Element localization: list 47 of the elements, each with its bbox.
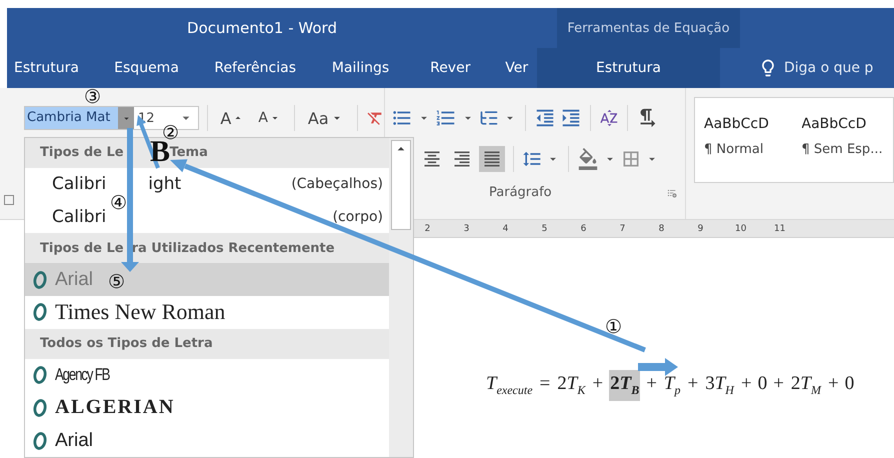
- ruler-number: 11: [774, 224, 783, 234]
- font-note: (corpo): [332, 209, 383, 225]
- ruler-number: 6: [580, 224, 588, 234]
- window-title: Documento1 - Word: [187, 19, 337, 37]
- ruler-number: 3: [462, 224, 470, 234]
- grow-font-button[interactable]: A: [215, 106, 250, 130]
- ribbon-tab[interactable]: Referências: [214, 48, 332, 88]
- shrink-font-button[interactable]: A: [253, 106, 286, 130]
- ribbon-tab[interactable]: Estrutura: [537, 48, 720, 88]
- ruler-number: 2: [424, 224, 432, 234]
- ribbon-tab[interactable]: Mailings: [332, 48, 430, 88]
- change-case-button[interactable]: Aa: [302, 106, 349, 130]
- launcher-icon[interactable]: [4, 195, 14, 205]
- justify-icon: [482, 149, 502, 169]
- context-title: Ferramentas de Equação: [567, 20, 730, 36]
- style-item[interactable]: AaBbCcD ¶ Sem Esp...: [802, 116, 893, 182]
- step-marker: ①: [605, 318, 622, 337]
- align-right-icon: [452, 149, 472, 169]
- group-label: Parágrafo: [489, 185, 552, 200]
- align-button[interactable]: [479, 146, 505, 172]
- section-header: Todos os Tipos de Letra: [25, 328, 389, 359]
- step-marker: ③: [84, 88, 102, 107]
- shading-icon[interactable]: [577, 148, 599, 170]
- ribbon-tab[interactable]: Ver: [505, 48, 537, 88]
- equation: T$_{execute}$ = 2T$_{K}$ + 2T$_{B}$ + T$_{p}$ + 3T$_{H}$ + 0 + 2T$_{M}$ + 0: [485, 370, 894, 401]
- ribbon-tab[interactable]: Esquema: [114, 48, 214, 88]
- ribbon-tab[interactable]: Rever: [430, 48, 506, 88]
- ruler-number: 9: [696, 224, 704, 234]
- font-note: (Cabeçalhos): [291, 176, 383, 192]
- increase-indent-icon[interactable]: [560, 107, 582, 129]
- font-name: Cambria Mat: [25, 107, 118, 129]
- style-item[interactable]: AaBbCcD ¶ Normal: [704, 116, 796, 182]
- tell-me-field[interactable]: Diga o que p: [784, 60, 894, 76]
- arrow: [638, 358, 678, 376]
- align-center-icon: [422, 149, 442, 169]
- ruler-number: 7: [618, 224, 626, 234]
- ruler-number: 10: [735, 224, 744, 234]
- ribbon-tab[interactable]: Estrutura: [14, 48, 114, 88]
- decrease-indent-icon[interactable]: [534, 107, 556, 129]
- launcher-icon[interactable]: [667, 188, 677, 198]
- sort-icon[interactable]: [599, 108, 619, 128]
- line-spacing-icon[interactable]: [522, 149, 542, 169]
- step-marker: ⑤: [108, 273, 126, 292]
- ruler-number: 8: [658, 224, 666, 234]
- ruler-number: 4: [502, 224, 510, 234]
- scrollbar-thumb[interactable]: [391, 140, 411, 230]
- ruler-number: 5: [540, 224, 548, 234]
